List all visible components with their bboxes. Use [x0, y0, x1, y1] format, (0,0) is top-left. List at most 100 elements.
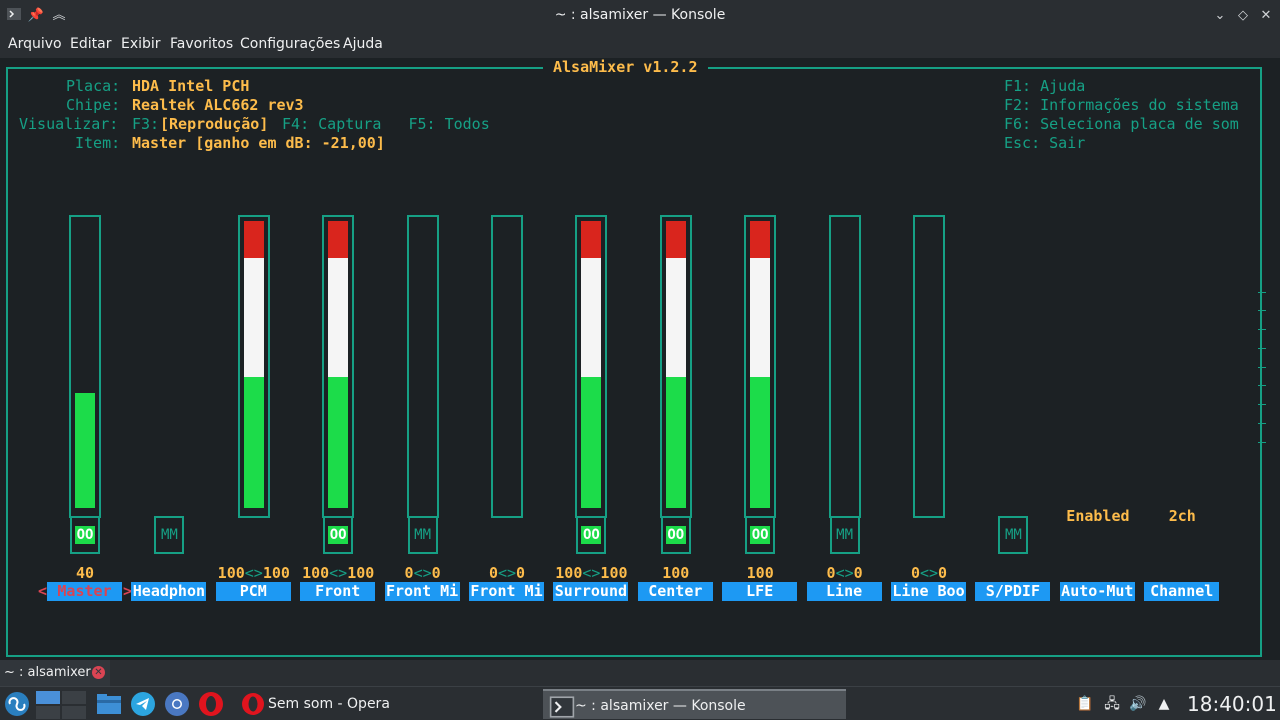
konsole-tabbar: ~ : alsamixer ✕	[0, 660, 1280, 686]
menu-configuracoes[interactable]: Configurações	[240, 36, 340, 52]
chromium-icon[interactable]	[164, 691, 190, 717]
mute-toggle[interactable]: OO	[745, 516, 776, 554]
channel-label[interactable]: LFE	[722, 582, 798, 601]
close-icon[interactable]: ✕	[1256, 6, 1276, 26]
maximize-icon[interactable]: ◇	[1233, 6, 1253, 26]
mute-toggle[interactable]: MM	[407, 516, 438, 554]
mute-toggle[interactable]: MM	[998, 516, 1029, 554]
mute-toggle[interactable]: OO	[70, 516, 100, 554]
card-label: Placa:	[66, 77, 121, 95]
tab-alsamixer[interactable]: ~ : alsamixer ✕	[0, 660, 110, 686]
mute-toggle[interactable]: MM	[829, 516, 860, 554]
tray-expand-icon[interactable]: ▲	[1155, 695, 1173, 713]
volume-bar[interactable]	[237, 215, 270, 518]
channel-label[interactable]: Master	[47, 582, 122, 601]
volume-value: 0<>0	[488, 564, 526, 582]
volume-bar[interactable]	[322, 215, 355, 518]
volume-bar[interactable]	[406, 215, 439, 518]
volume-bar[interactable]	[744, 215, 777, 518]
opera-icon[interactable]	[198, 691, 224, 717]
mute-toggle[interactable]: OO	[576, 516, 607, 554]
tab-label: ~ : alsamixer	[4, 665, 91, 680]
menu-ajuda[interactable]: Ajuda	[343, 36, 383, 52]
volume-bar[interactable]	[659, 215, 692, 518]
scroll-tick	[1258, 292, 1266, 293]
volume-bar[interactable]	[913, 215, 945, 518]
channel-label[interactable]: Center	[637, 582, 713, 601]
chip-label: Chipe:	[66, 96, 121, 114]
minimize-icon[interactable]: ⌄	[1210, 6, 1230, 26]
scroll-tick	[1258, 329, 1266, 330]
file-manager-icon[interactable]	[96, 691, 122, 717]
clipboard-icon[interactable]: 📋	[1076, 695, 1094, 713]
volume-value: 100<>100	[555, 564, 628, 582]
channel-label[interactable]: Line	[806, 582, 882, 601]
view-others[interactable]: F4: Captura F5: Todos	[273, 115, 490, 133]
scroll-tick	[1258, 385, 1266, 386]
terminal-area[interactable]: AlsaMixer v1.2.2 Placa: HDA Intel PCH Ch…	[0, 58, 1280, 660]
window-title: ~ : alsamixer — Konsole	[554, 7, 726, 23]
volume-fill	[665, 258, 686, 377]
volume-fill	[243, 258, 264, 377]
channel-label[interactable]: Auto-Mut	[1059, 582, 1135, 601]
channel-label[interactable]: Surround	[553, 582, 629, 601]
channel-label[interactable]: Line Boo	[891, 582, 966, 601]
view-f3[interactable]: F3:	[132, 115, 159, 133]
item-label: Item:	[75, 134, 121, 152]
tab-close-icon[interactable]: ✕	[92, 666, 105, 679]
mute-toggle[interactable]: MM	[154, 516, 185, 554]
mixer-frame	[6, 67, 1262, 657]
volume-value: 100	[746, 564, 774, 582]
pager-icon[interactable]	[36, 691, 86, 719]
card-value: HDA Intel PCH	[132, 77, 250, 95]
mute-toggle[interactable]: OO	[660, 516, 691, 554]
channel-label[interactable]: Front	[300, 582, 376, 601]
volume-bar[interactable]	[828, 215, 861, 518]
volume-value: 0<>0	[910, 564, 948, 582]
mute-state: OO	[328, 526, 349, 544]
volume-fill	[328, 258, 349, 377]
channel-label[interactable]: Channel	[1144, 582, 1220, 601]
volume-fill	[581, 377, 602, 508]
mixer-title: AlsaMixer v1.2.2	[543, 58, 708, 76]
telegram-icon[interactable]	[130, 691, 156, 717]
mute-toggle[interactable]: OO	[323, 516, 354, 554]
volume-value: 0<>0	[826, 564, 863, 582]
channel-label[interactable]: Headphon	[131, 582, 207, 601]
volume-bar[interactable]	[69, 215, 101, 518]
view-playback[interactable]: [Reprodução]	[160, 115, 268, 133]
volume-value: 0<>0	[404, 564, 441, 582]
konsole-window-icon	[549, 696, 575, 718]
item-value: Master [ganho em dB: -21,00]	[132, 134, 385, 152]
menu-arquivo[interactable]: Arquivo	[8, 36, 62, 52]
channel-label[interactable]: S/PDIF	[975, 582, 1051, 601]
menu-favoritos[interactable]: Favoritos	[170, 36, 233, 52]
scroll-tick	[1258, 367, 1266, 368]
taskbar-window-opera[interactable]: Sem som - Opera	[236, 689, 536, 719]
channel-label[interactable]: Front Mi	[384, 582, 460, 601]
channel-label[interactable]: Front Mi	[469, 582, 544, 601]
volume-bar[interactable]	[491, 215, 523, 518]
clock[interactable]: 18:40:01	[1187, 692, 1277, 716]
taskbar: Sem som - Opera ~ : alsamixer — Konsole …	[0, 686, 1280, 720]
menu-exibir[interactable]: Exibir	[121, 36, 161, 52]
mute-state: OO	[75, 526, 95, 544]
volume-bar[interactable]	[575, 215, 608, 518]
volume-fill	[581, 258, 602, 377]
volume-value: 100	[662, 564, 690, 582]
scroll-tick	[1258, 442, 1266, 443]
menubar: Arquivo Editar Exibir Favoritos Configur…	[0, 32, 1280, 58]
channel-label[interactable]: PCM	[215, 582, 291, 601]
taskbar-window-title: Sem som - Opera	[268, 696, 390, 712]
taskbar-window-konsole[interactable]: ~ : alsamixer — Konsole	[543, 689, 846, 719]
volume-fill	[328, 377, 349, 508]
network-icon[interactable]: 🖧	[1103, 695, 1121, 713]
volume-icon[interactable]: 🔊	[1129, 695, 1147, 713]
menu-editar[interactable]: Editar	[70, 36, 111, 52]
volume-fill	[750, 258, 771, 377]
taskbar-window-title: ~ : alsamixer — Konsole	[575, 698, 746, 714]
help-f2: F2: Informações do sistema	[1004, 96, 1239, 114]
app-launcher-icon[interactable]	[4, 691, 30, 717]
enum-value: 2ch	[1168, 507, 1196, 525]
view-label: Visualizar:	[19, 115, 119, 133]
